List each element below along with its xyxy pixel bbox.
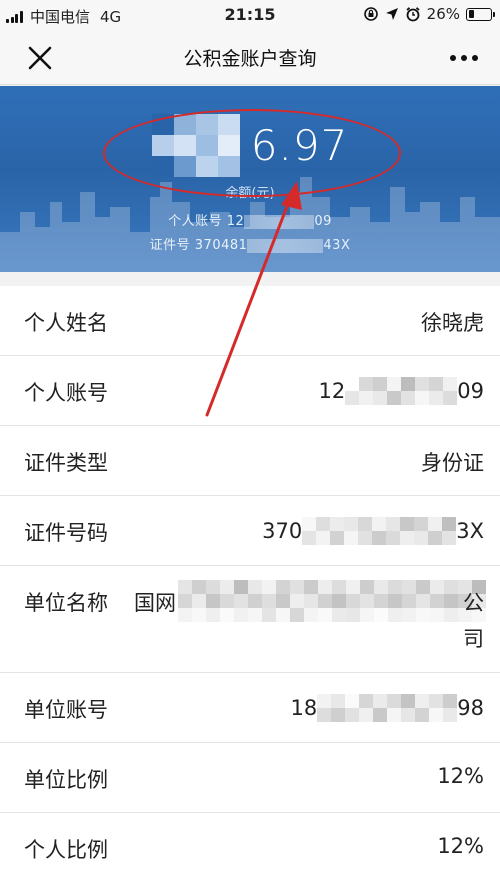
row-value: 12% [437, 834, 484, 858]
row-label: 单位账号 [24, 698, 108, 722]
row-label: 证件类型 [24, 451, 108, 475]
value-suffix: 98 [457, 696, 484, 720]
row-value: 370 3X [262, 517, 484, 545]
screen-lock-icon [363, 7, 378, 21]
row-value: 12 09 [319, 377, 484, 405]
list-item: 单位比例 12% [0, 743, 500, 813]
company-name-tail: 司 [463, 627, 484, 651]
page-title: 公积金账户查询 [183, 48, 317, 70]
more-button[interactable] [446, 44, 482, 72]
row-value: 12% [437, 764, 484, 788]
banner-id-prefix: 证件号 370481 [149, 238, 248, 253]
alarm-icon [406, 7, 420, 22]
value-prefix: 12 [318, 379, 346, 403]
company-name-tail: 公 [463, 591, 484, 615]
value-suffix: 3X [456, 519, 484, 543]
list-item: 个人账号 12 09 [0, 356, 500, 426]
row-value: 18 98 [291, 694, 484, 722]
banner-id-line: 证件号 370481 43X [0, 234, 500, 253]
row-label: 个人比例 [24, 838, 108, 862]
more-icon [450, 55, 456, 61]
list-item: 个人比例 12% [0, 813, 500, 878]
location-icon [385, 8, 398, 20]
value-prefix: 18 [290, 696, 318, 720]
account-details-list: 个人姓名 徐晓虎 个人账号 12 09 证件类型 身份证 证件号码 370 3X… [0, 286, 500, 878]
masked-account-digits [244, 214, 315, 229]
battery-icon [466, 7, 495, 21]
list-item: 个人姓名 徐晓虎 [0, 286, 500, 356]
status-bar: 中国电信 4G 21:15 26% [0, 0, 500, 30]
row-label: 个人账号 [24, 381, 108, 405]
row-label: 个人姓名 [24, 311, 108, 335]
masked-digits [345, 377, 458, 405]
masked-id-digits [247, 238, 324, 253]
row-value: 徐晓虎 [421, 311, 484, 335]
row-label: 单位比例 [24, 768, 108, 792]
masked-digits [302, 517, 457, 545]
list-item: 单位账号 18 98 [0, 673, 500, 743]
banner-account-prefix: 个人账号 12 [168, 214, 245, 229]
nav-bar: 公积金账户查询 [0, 30, 500, 85]
masked-company-name [178, 580, 486, 622]
list-item: 证件类型 身份证 [0, 426, 500, 496]
list-item: 单位名称 国网 公 司 [0, 566, 500, 673]
list-item: 证件号码 370 3X [0, 496, 500, 566]
value-suffix: 09 [457, 379, 484, 403]
row-label: 证件号码 [24, 521, 108, 545]
status-right: 26% [363, 5, 495, 23]
banner-account-suffix: 09 [314, 214, 332, 229]
banner-id-suffix: 43X [323, 238, 351, 253]
masked-digits [317, 694, 458, 722]
value-prefix: 370 [262, 519, 303, 543]
company-name-prefix: 国网 [134, 591, 176, 615]
battery-percent: 26% [426, 5, 460, 23]
row-value: 身份证 [421, 451, 484, 475]
row-label: 单位名称 [24, 591, 108, 615]
banner-account-line: 个人账号 12 09 [0, 210, 500, 229]
annotation-ellipse [103, 109, 401, 197]
